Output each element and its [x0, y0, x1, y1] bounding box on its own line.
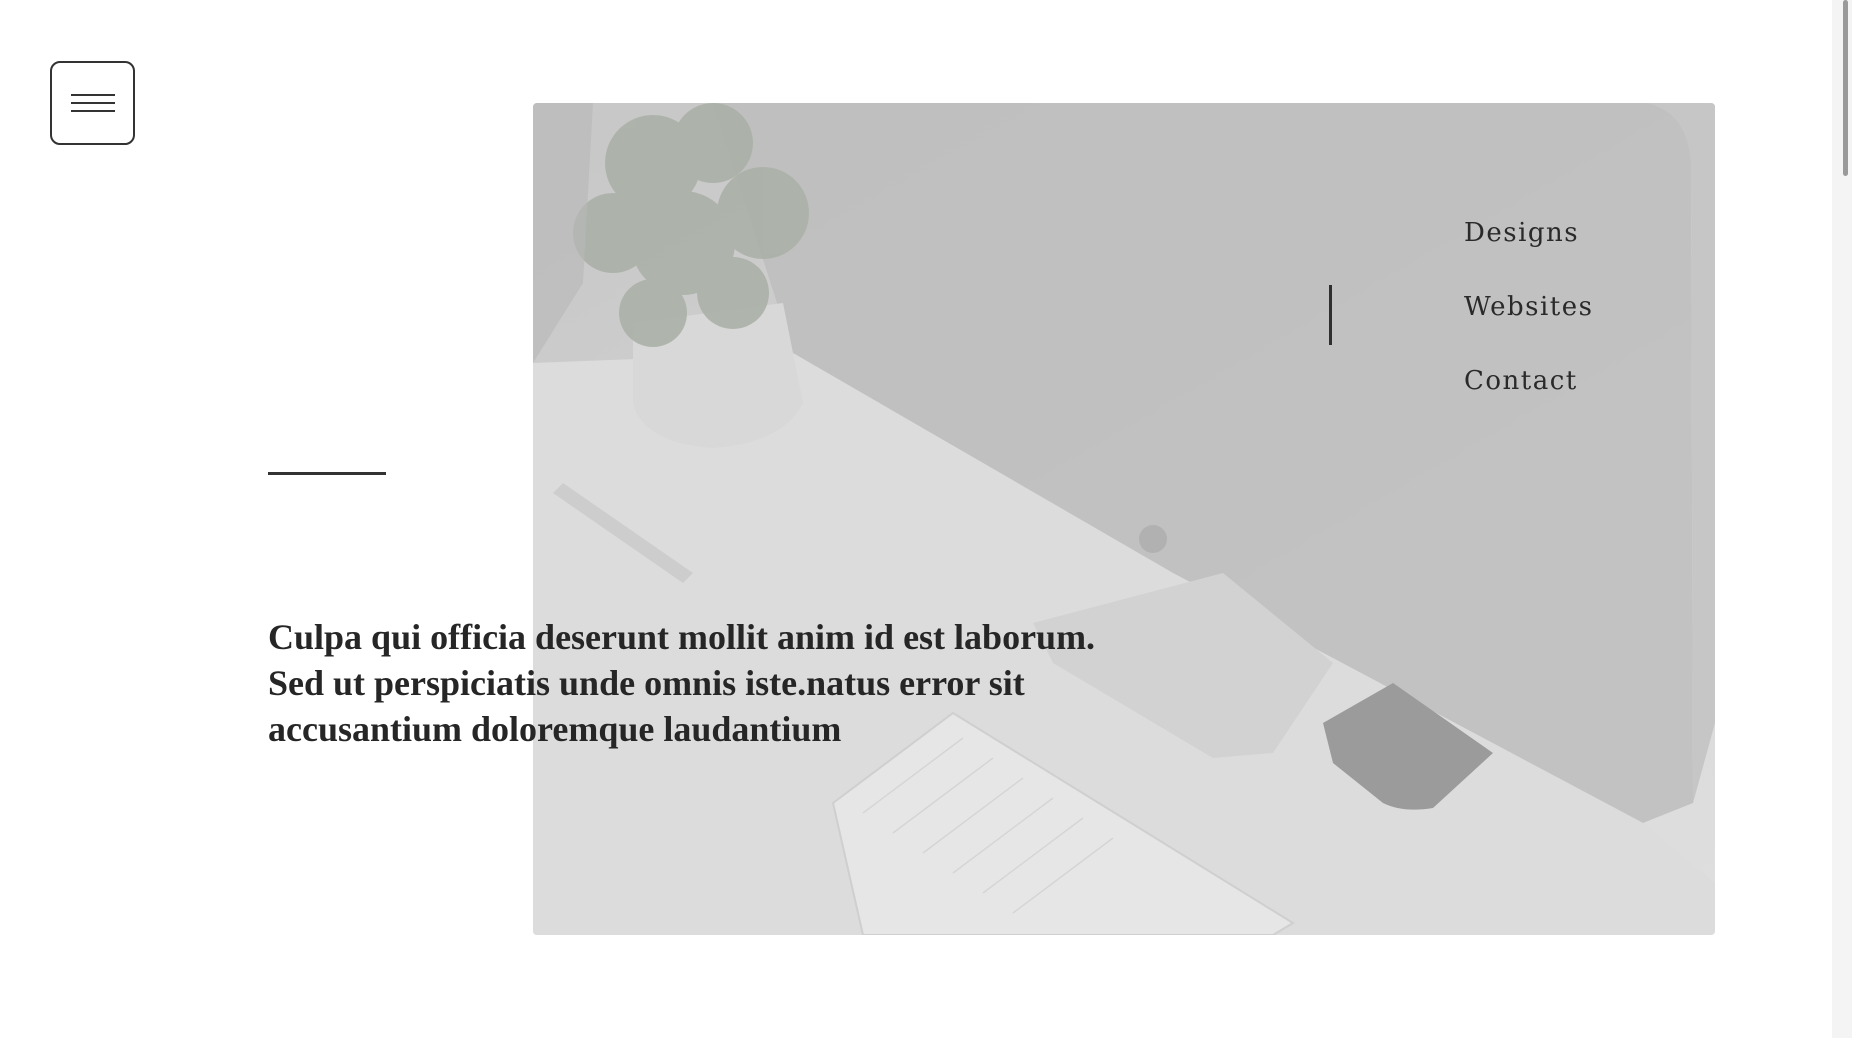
menu-toggle-button[interactable]	[50, 61, 135, 145]
headline-line: accusantium doloremque laudantium	[268, 709, 842, 749]
hero-headline: Culpa qui officia deserunt mollit anim i…	[268, 614, 1148, 752]
nav-link-designs[interactable]: Designs	[1464, 214, 1593, 252]
page-scrollbar[interactable]	[1832, 0, 1852, 1038]
scrollbar-thumb[interactable]	[1843, 0, 1848, 176]
hamburger-menu-icon	[70, 94, 115, 112]
headline-line: Sed ut perspiciatis unde omnis iste.natu…	[268, 663, 1025, 703]
page: Designs Websites Contact Culpa qui offic…	[0, 0, 1852, 1038]
headline-line: Culpa qui officia deserunt mollit anim i…	[268, 617, 1096, 657]
side-navigation: Designs Websites Contact	[1464, 214, 1593, 400]
nav-link-contact[interactable]: Contact	[1464, 362, 1593, 400]
accent-divider	[268, 472, 386, 475]
active-nav-indicator	[1329, 285, 1332, 345]
nav-link-websites[interactable]: Websites	[1464, 288, 1593, 326]
